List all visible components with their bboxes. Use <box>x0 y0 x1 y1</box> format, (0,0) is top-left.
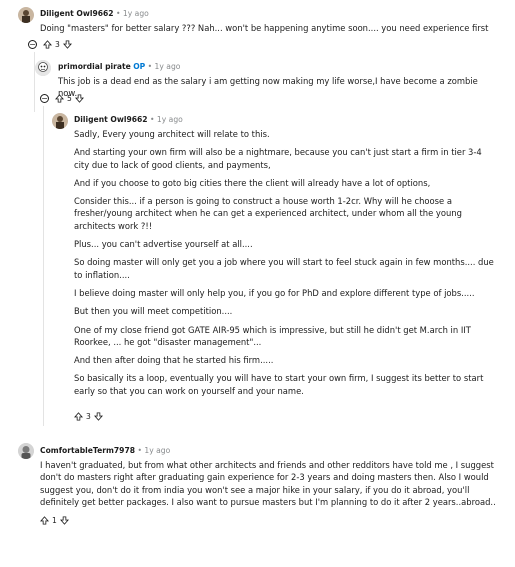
comment-paragraph: But then you will meet competition.... <box>74 306 233 317</box>
comment-actions: − 3 <box>28 40 72 49</box>
comment-paragraph: And then after doing that he started his… <box>74 355 274 366</box>
timestamp: 1y ago <box>144 446 171 455</box>
comment-actions: − 5 <box>40 94 84 103</box>
downvote-icon[interactable] <box>74 94 84 103</box>
downvote-icon[interactable] <box>93 412 103 421</box>
avatar[interactable] <box>18 443 34 459</box>
vote-count: 3 <box>55 40 60 49</box>
upvote-icon[interactable] <box>40 516 49 525</box>
upvote-icon[interactable] <box>55 94 64 103</box>
upvote-icon[interactable] <box>74 412 83 421</box>
avatar[interactable] <box>35 60 51 76</box>
vote-count: 1 <box>52 516 57 525</box>
avatar[interactable] <box>52 113 68 129</box>
comment-paragraph: So doing master will only get you a job … <box>74 257 494 280</box>
comment-body: Sadly, Every young architect will relate… <box>74 128 499 403</box>
vote-count: 3 <box>86 412 91 421</box>
author-name[interactable]: Diligent Owl9662 <box>40 9 114 18</box>
comment-paragraph: So basically its a loop, eventually you … <box>74 373 484 396</box>
vote-count: 5 <box>67 94 72 103</box>
comment-meta: primordial pirate OP • 1y ago <box>58 62 180 72</box>
comment-paragraph: This job is a dead end as the salary i a… <box>58 76 478 99</box>
downvote-icon[interactable] <box>62 40 72 49</box>
thread-line <box>43 106 44 426</box>
comment-meta: Diligent Owl9662 • 1y ago <box>40 9 149 19</box>
separator: • <box>116 9 121 18</box>
separator: • <box>137 446 142 455</box>
comment-meta: Diligent Owl9662 • 1y ago <box>74 115 183 125</box>
timestamp: 1y ago <box>154 62 181 71</box>
comment-actions: 3 <box>74 412 103 421</box>
comment-paragraph: I believe doing master will only help yo… <box>74 287 475 298</box>
comment-paragraph: One of my close friend got GATE AIR-95 w… <box>74 324 471 347</box>
collapse-button[interactable]: − <box>28 40 37 49</box>
comment-paragraph: Consider this... if a person is going to… <box>74 196 462 231</box>
timestamp: 1y ago <box>122 9 149 18</box>
op-badge: OP <box>133 62 146 71</box>
comment-paragraph: Plus... you can't advertise yourself at … <box>74 239 253 250</box>
comment-body: Doing "masters" for better salary ??? Na… <box>40 22 500 40</box>
comment-paragraph: Doing "masters" for better salary ??? Na… <box>40 23 489 33</box>
author-name[interactable]: Diligent Owl9662 <box>74 115 148 124</box>
author-name[interactable]: primordial pirate <box>58 62 131 71</box>
avatar[interactable] <box>18 7 34 23</box>
comment-paragraph: And if you choose to goto big cities the… <box>74 177 431 188</box>
upvote-icon[interactable] <box>43 40 52 49</box>
comment-paragraph: I haven't graduated, but from what other… <box>40 460 496 507</box>
timestamp: 1y ago <box>156 115 183 124</box>
comment-meta: ComfortableTerm7978 • 1y ago <box>40 446 170 456</box>
separator: • <box>147 62 153 71</box>
comment-paragraph: Sadly, Every young architect will relate… <box>74 129 270 139</box>
comment-paragraph: And starting your own firm will also be … <box>74 147 482 170</box>
separator: • <box>150 115 155 124</box>
comment-actions: 1 <box>40 516 69 525</box>
downvote-icon[interactable] <box>59 516 69 525</box>
author-name[interactable]: ComfortableTerm7978 <box>40 446 135 455</box>
comment-body: I haven't graduated, but from what other… <box>40 459 502 514</box>
collapse-button[interactable]: − <box>40 94 49 103</box>
comment-body: This job is a dead end as the salary i a… <box>58 75 498 106</box>
thread-line <box>34 52 35 112</box>
